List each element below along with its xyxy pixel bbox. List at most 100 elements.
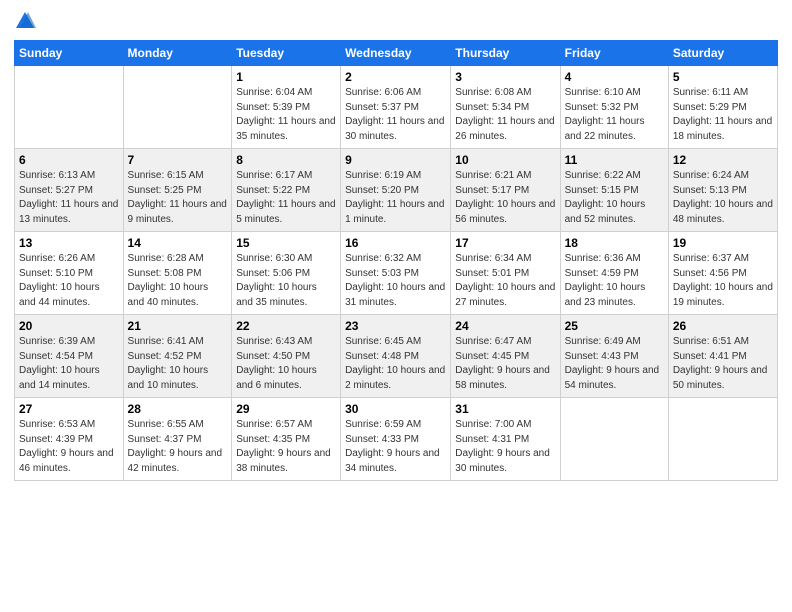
- day-info: Sunrise: 6:24 AMSunset: 5:13 PMDaylight:…: [673, 169, 773, 227]
- day-cell: 24 Sunrise: 6:47 AMSunset: 4:45 PMDayligh…: [451, 315, 560, 398]
- weekday-header-friday: Friday: [560, 41, 668, 66]
- week-row-5: 27 Sunrise: 6:53 AMSunset: 4:39 PMDayligh…: [15, 398, 778, 481]
- day-cell: [123, 66, 232, 149]
- day-info: Sunrise: 6:37 AMSunset: 4:56 PMDaylight:…: [673, 252, 773, 310]
- day-info: Sunrise: 6:51 AMSunset: 4:41 PMDaylight:…: [673, 335, 773, 393]
- day-info: Sunrise: 6:06 AMSunset: 5:37 PMDaylight:…: [345, 86, 446, 144]
- day-info: Sunrise: 6:26 AMSunset: 5:10 PMDaylight:…: [19, 252, 119, 310]
- day-number: 12: [673, 153, 773, 167]
- week-row-3: 13 Sunrise: 6:26 AMSunset: 5:10 PMDayligh…: [15, 232, 778, 315]
- day-number: 31: [455, 402, 555, 416]
- day-number: 28: [128, 402, 228, 416]
- day-number: 5: [673, 70, 773, 84]
- day-cell: 23 Sunrise: 6:45 AMSunset: 4:48 PMDayligh…: [341, 315, 451, 398]
- day-cell: 8 Sunrise: 6:17 AMSunset: 5:22 PMDaylight…: [232, 149, 341, 232]
- day-number: 21: [128, 319, 228, 333]
- day-info: Sunrise: 6:32 AMSunset: 5:03 PMDaylight:…: [345, 252, 446, 310]
- day-number: 23: [345, 319, 446, 333]
- day-number: 29: [236, 402, 336, 416]
- day-cell: 9 Sunrise: 6:19 AMSunset: 5:20 PMDaylight…: [341, 149, 451, 232]
- day-number: 22: [236, 319, 336, 333]
- calendar-page: SundayMondayTuesdayWednesdayThursdayFrid…: [0, 0, 792, 612]
- week-row-4: 20 Sunrise: 6:39 AMSunset: 4:54 PMDayligh…: [15, 315, 778, 398]
- day-number: 8: [236, 153, 336, 167]
- calendar-table: SundayMondayTuesdayWednesdayThursdayFrid…: [14, 40, 778, 481]
- day-number: 25: [565, 319, 664, 333]
- weekday-header-row: SundayMondayTuesdayWednesdayThursdayFrid…: [15, 41, 778, 66]
- day-cell: [15, 66, 124, 149]
- header: [14, 10, 778, 32]
- day-cell: 25Sunrise: 6:49 AMSunset: 4:43 PMDayligh…: [560, 315, 668, 398]
- day-info: Sunrise: 6:13 AMSunset: 5:27 PMDaylight:…: [19, 169, 119, 227]
- day-info: Sunrise: 6:55 AMSunset: 4:37 PMDaylight:…: [128, 418, 228, 476]
- day-number: 24: [455, 319, 555, 333]
- day-number: 10: [455, 153, 555, 167]
- day-info: Sunrise: 6:47 AMSunset: 4:45 PMDaylight:…: [455, 335, 555, 393]
- day-number: 20: [19, 319, 119, 333]
- day-info: Sunrise: 6:34 AMSunset: 5:01 PMDaylight:…: [455, 252, 555, 310]
- day-cell: 4 Sunrise: 6:10 AMSunset: 5:32 PMDaylight…: [560, 66, 668, 149]
- day-info: Sunrise: 6:19 AMSunset: 5:20 PMDaylight:…: [345, 169, 446, 227]
- weekday-header-saturday: Saturday: [668, 41, 777, 66]
- day-cell: 13 Sunrise: 6:26 AMSunset: 5:10 PMDayligh…: [15, 232, 124, 315]
- day-cell: 29 Sunrise: 6:57 AMSunset: 4:35 PMDayligh…: [232, 398, 341, 481]
- day-number: 13: [19, 236, 119, 250]
- day-number: 27: [19, 402, 119, 416]
- day-info: Sunrise: 7:00 AMSunset: 4:31 PMDaylight:…: [455, 418, 555, 476]
- day-cell: 14 Sunrise: 6:28 AMSunset: 5:08 PMDayligh…: [123, 232, 232, 315]
- day-info: Sunrise: 6:22 AMSunset: 5:15 PMDaylight:…: [565, 169, 664, 227]
- day-number: 3: [455, 70, 555, 84]
- day-number: 30: [345, 402, 446, 416]
- day-number: 19: [673, 236, 773, 250]
- day-info: Sunrise: 6:45 AMSunset: 4:48 PMDaylight:…: [345, 335, 446, 393]
- day-info: Sunrise: 6:59 AMSunset: 4:33 PMDaylight:…: [345, 418, 446, 476]
- day-cell: 10 Sunrise: 6:21 AMSunset: 5:17 PMDayligh…: [451, 149, 560, 232]
- day-number: 16: [345, 236, 446, 250]
- day-info: Sunrise: 6:53 AMSunset: 4:39 PMDaylight:…: [19, 418, 119, 476]
- week-row-2: 6Sunrise: 6:13 AMSunset: 5:27 PMDaylight…: [15, 149, 778, 232]
- day-number: 7: [128, 153, 228, 167]
- day-info: Sunrise: 6:08 AMSunset: 5:34 PMDaylight:…: [455, 86, 555, 144]
- day-info: Sunrise: 6:28 AMSunset: 5:08 PMDaylight:…: [128, 252, 228, 310]
- day-number: 15: [236, 236, 336, 250]
- day-info: Sunrise: 6:30 AMSunset: 5:06 PMDaylight:…: [236, 252, 336, 310]
- day-info: Sunrise: 6:17 AMSunset: 5:22 PMDaylight:…: [236, 169, 336, 227]
- day-cell: 6Sunrise: 6:13 AMSunset: 5:27 PMDaylight…: [15, 149, 124, 232]
- day-info: Sunrise: 6:36 AMSunset: 4:59 PMDaylight:…: [565, 252, 664, 310]
- day-cell: 28 Sunrise: 6:55 AMSunset: 4:37 PMDayligh…: [123, 398, 232, 481]
- day-info: Sunrise: 6:04 AMSunset: 5:39 PMDaylight:…: [236, 86, 336, 144]
- day-info: Sunrise: 6:43 AMSunset: 4:50 PMDaylight:…: [236, 335, 336, 393]
- day-info: Sunrise: 6:10 AMSunset: 5:32 PMDaylight:…: [565, 86, 664, 144]
- logo-icon: [14, 10, 36, 32]
- day-cell: 20 Sunrise: 6:39 AMSunset: 4:54 PMDayligh…: [15, 315, 124, 398]
- day-info: Sunrise: 6:57 AMSunset: 4:35 PMDaylight:…: [236, 418, 336, 476]
- day-cell: 5 Sunrise: 6:11 AMSunset: 5:29 PMDaylight…: [668, 66, 777, 149]
- weekday-header-wednesday: Wednesday: [341, 41, 451, 66]
- day-cell: 7 Sunrise: 6:15 AMSunset: 5:25 PMDaylight…: [123, 149, 232, 232]
- day-number: 14: [128, 236, 228, 250]
- day-cell: 22 Sunrise: 6:43 AMSunset: 4:50 PMDayligh…: [232, 315, 341, 398]
- day-number: 2: [345, 70, 446, 84]
- day-cell: 31 Sunrise: 7:00 AMSunset: 4:31 PMDayligh…: [451, 398, 560, 481]
- day-cell: 12 Sunrise: 6:24 AMSunset: 5:13 PMDayligh…: [668, 149, 777, 232]
- day-info: Sunrise: 6:15 AMSunset: 5:25 PMDaylight:…: [128, 169, 228, 227]
- day-number: 18: [565, 236, 664, 250]
- day-cell: [668, 398, 777, 481]
- day-info: Sunrise: 6:21 AMSunset: 5:17 PMDaylight:…: [455, 169, 555, 227]
- day-number: 9: [345, 153, 446, 167]
- day-cell: 30 Sunrise: 6:59 AMSunset: 4:33 PMDayligh…: [341, 398, 451, 481]
- day-cell: 19 Sunrise: 6:37 AMSunset: 4:56 PMDayligh…: [668, 232, 777, 315]
- weekday-header-monday: Monday: [123, 41, 232, 66]
- day-number: 11: [565, 153, 664, 167]
- day-info: Sunrise: 6:39 AMSunset: 4:54 PMDaylight:…: [19, 335, 119, 393]
- day-cell: 16 Sunrise: 6:32 AMSunset: 5:03 PMDayligh…: [341, 232, 451, 315]
- day-info: Sunrise: 6:11 AMSunset: 5:29 PMDaylight:…: [673, 86, 773, 144]
- day-cell: 18 Sunrise: 6:36 AMSunset: 4:59 PMDayligh…: [560, 232, 668, 315]
- day-cell: 15 Sunrise: 6:30 AMSunset: 5:06 PMDayligh…: [232, 232, 341, 315]
- day-info: Sunrise: 6:41 AMSunset: 4:52 PMDaylight:…: [128, 335, 228, 393]
- day-number: 4: [565, 70, 664, 84]
- day-cell: [560, 398, 668, 481]
- weekday-header-thursday: Thursday: [451, 41, 560, 66]
- day-cell: 3 Sunrise: 6:08 AMSunset: 5:34 PMDaylight…: [451, 66, 560, 149]
- day-cell: 2 Sunrise: 6:06 AMSunset: 5:37 PMDaylight…: [341, 66, 451, 149]
